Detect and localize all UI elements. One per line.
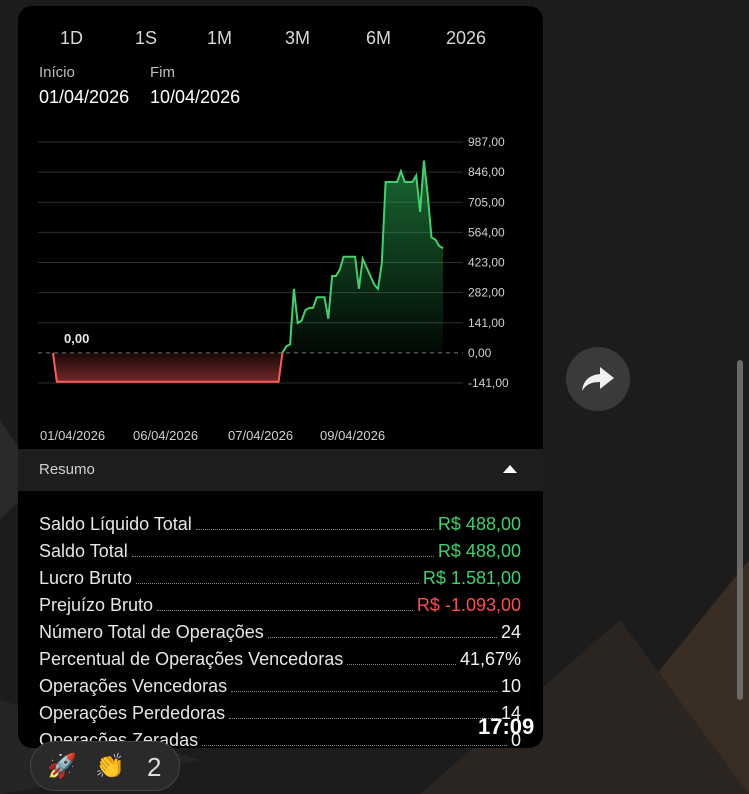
balance-chart: 987,00 846,00 705,00 564,00 423,00 282,00 141,…: [38, 135, 509, 443]
end-date-value: 10/04/2026: [150, 87, 241, 107]
scrollbar[interactable]: [737, 360, 743, 700]
resumo-row-label: Número Total de Operações: [39, 622, 264, 642]
share-arrow-icon: [582, 367, 614, 391]
tab-1d[interactable]: 1D: [60, 28, 83, 49]
y-tick-label: 564,00: [468, 225, 505, 239]
dotted-leader: [229, 718, 497, 719]
rocket-emoji: 🚀: [47, 753, 77, 780]
dotted-leader: [347, 664, 456, 665]
dotted-leader: [231, 691, 497, 692]
tab-3m[interactable]: 3M: [285, 28, 310, 49]
resumo-row-value: R$ -1.093,00: [416, 595, 521, 615]
clap-emoji: 👏: [95, 753, 125, 780]
tab-1s[interactable]: 1S: [135, 28, 157, 49]
resumo-row-label: Operações Vencedoras: [39, 676, 228, 696]
resumo-row-label: Saldo Líquido Total: [39, 514, 192, 534]
resumo-row-value: R$ 1.581,00: [422, 568, 521, 588]
resumo-row: Operações Perdedoras 14: [39, 697, 521, 724]
dotted-leader: [157, 610, 413, 611]
dotted-leader: [195, 529, 434, 530]
end-date: Fim 10/04/2026: [150, 64, 240, 108]
dotted-leader: [136, 583, 419, 584]
y-tick-label: 282,00: [468, 286, 505, 300]
resumo-row: Lucro Bruto R$ 1.581,00: [39, 562, 521, 589]
start-date-value: 01/04/2026: [39, 87, 130, 107]
y-tick-label: 423,00: [468, 256, 505, 270]
message-bubble: 1D 1S 1M 3M 6M 2026 Início 01/04/2026 Fi…: [18, 6, 543, 748]
negative-area: [53, 352, 283, 382]
start-date-label: Início: [39, 64, 75, 81]
resumo-row-value: 10: [500, 676, 521, 696]
resumo-title: Resumo: [39, 461, 95, 478]
resumo-row-value: 41,67%: [459, 649, 521, 669]
resumo-row: Número Total de Operações 24: [39, 616, 521, 643]
end-date-label: Fim: [150, 64, 175, 81]
tab-1m[interactable]: 1M: [207, 28, 232, 49]
share-button[interactable]: [566, 347, 630, 411]
y-tick-label: 0,00: [468, 346, 492, 360]
resumo-row: Saldo Total R$ 488,00: [39, 535, 521, 562]
start-value-label: 0,00: [64, 331, 89, 346]
reaction-count: 2: [147, 752, 162, 782]
resumo-row-label: Lucro Bruto: [39, 568, 133, 588]
y-tick-label: 846,00: [468, 165, 505, 179]
resumo-row: Percentual de Operações Vencedoras 41,67%: [39, 643, 521, 670]
y-tick-label: 987,00: [468, 135, 505, 149]
x-tick-label: 06/04/2026: [133, 428, 198, 443]
y-tick-label: -141,00: [468, 376, 509, 390]
message-time: 17:09: [478, 714, 535, 739]
resumo-row-value: 24: [500, 622, 521, 642]
resumo-row: Saldo Líquido Total R$ 488,00: [39, 508, 521, 535]
reactions-pill[interactable]: 🚀 👏 2: [30, 741, 180, 791]
resumo-row-label: Saldo Total: [39, 541, 128, 561]
y-tick-label: 705,00: [468, 195, 505, 209]
dotted-leader: [267, 637, 497, 638]
resumo-row-value: R$ 488,00: [437, 514, 521, 534]
x-tick-label: 01/04/2026: [40, 428, 105, 443]
resumo-row-label: Prejuízo Bruto: [39, 595, 154, 615]
caret-up-icon: [503, 465, 517, 473]
x-tick-label: 09/04/2026: [320, 428, 385, 443]
y-tick-label: 141,00: [468, 316, 505, 330]
resumo-row: Operações Vencedoras 10: [39, 670, 521, 697]
tab-6m[interactable]: 6M: [366, 28, 391, 49]
resumo-row-value: R$ 488,00: [437, 541, 521, 561]
dotted-leader: [131, 556, 434, 557]
period-tabs: 1D 1S 1M 3M 6M 2026: [18, 28, 543, 52]
resumo-row: Prejuízo Bruto R$ -1.093,00: [39, 589, 521, 616]
resumo-row-label: Operações Perdedoras: [39, 703, 226, 723]
start-date: Início 01/04/2026: [39, 64, 129, 108]
tab-2026[interactable]: 2026: [446, 28, 486, 49]
x-tick-label: 07/04/2026: [228, 428, 293, 443]
dotted-leader: [202, 745, 507, 746]
resumo-row-label: Percentual de Operações Vencedoras: [39, 649, 344, 669]
resumo-header[interactable]: Resumo: [18, 449, 543, 491]
resumo-table: Saldo Líquido Total R$ 488,00 Saldo Total R…: [39, 508, 521, 748]
